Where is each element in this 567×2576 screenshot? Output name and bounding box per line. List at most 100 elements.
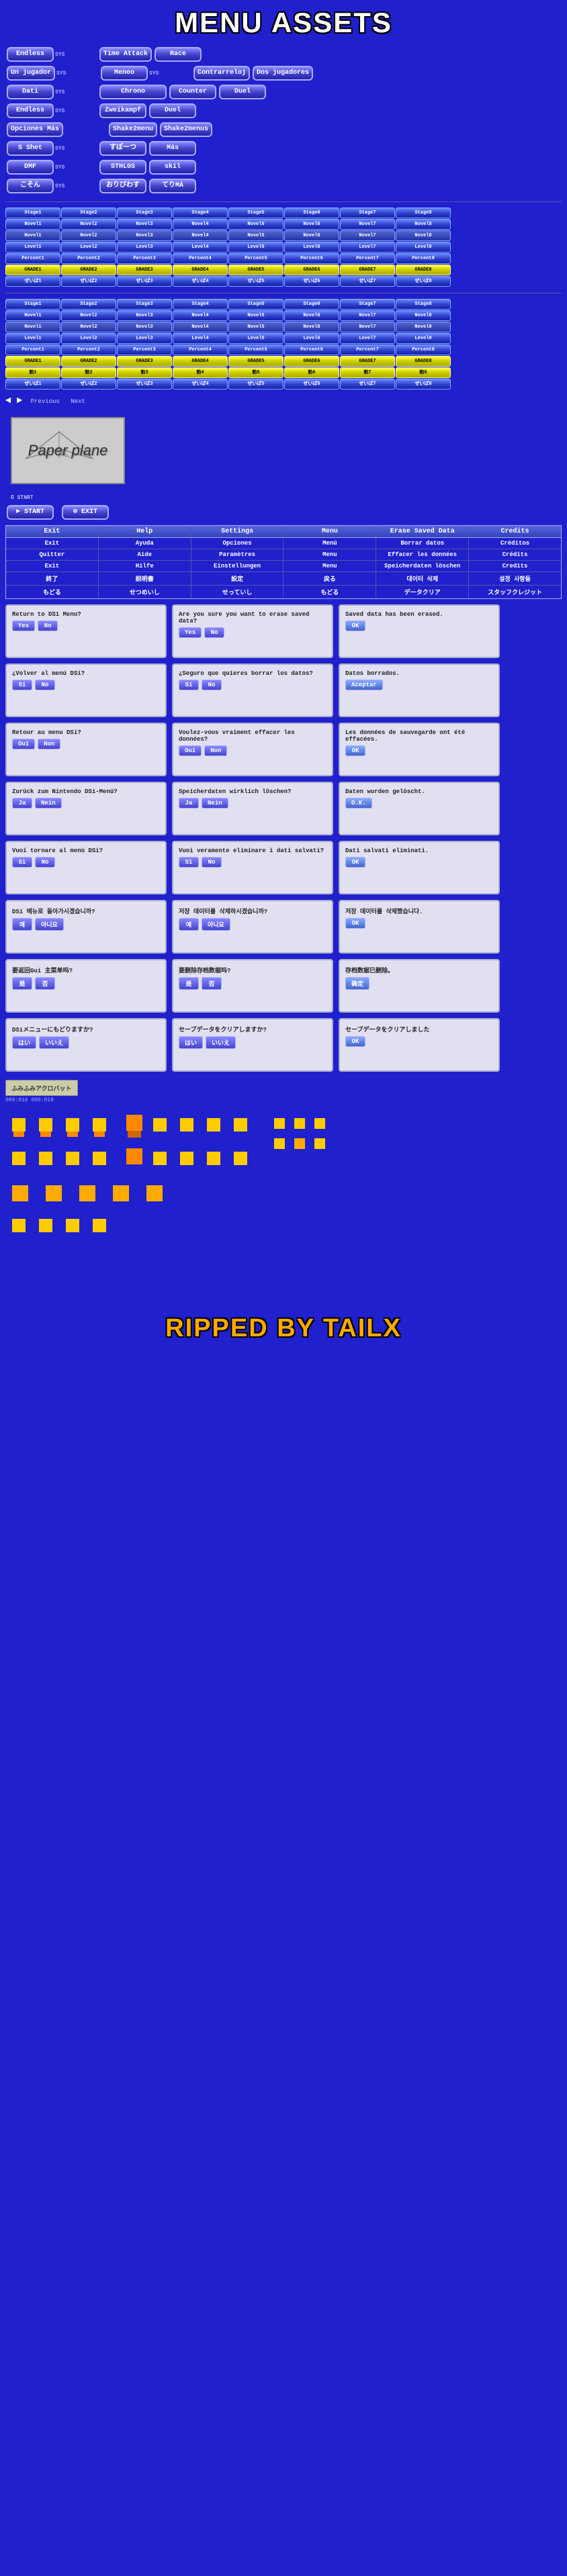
dialog-zh-shi[interactable]: 是 [12,977,32,990]
sprite-btn-novel3-8[interactable]: Novel8 [396,310,451,321]
menu-btn-duel2[interactable]: Duel [149,103,196,118]
sprite-btn-grade1-8[interactable]: GRADE8 [396,265,451,275]
menu-btn-duel[interactable]: Duel [219,85,266,99]
sprite-btn-num-6[interactable]: 勅6 [284,367,339,378]
dialog-zh-erase-fou[interactable]: 否 [202,977,222,990]
dialog-ko-erase-anio[interactable]: 아니요 [202,918,230,931]
start-button[interactable]: ► START [7,505,54,520]
menu-btn-oriba[interactable]: おりびわす [99,179,146,193]
dialog-es-erased-ok[interactable]: Aceptar [345,680,383,690]
sprite-btn-grade2-8[interactable]: GRADE8 [396,356,451,367]
dialog-it-si[interactable]: Sì [12,857,32,868]
sprite-btn-novel1-5[interactable]: Novel5 [228,219,284,230]
dialog-de-nein[interactable]: Nein [35,798,62,809]
sprite-btn-novel3-4[interactable]: Novel4 [173,310,228,321]
sprite-btn-novel3-6[interactable]: Novel6 [284,310,339,321]
sprite-btn-stage2-1[interactable]: Stage1 [5,299,60,310]
sprite-btn-grade1-2[interactable]: GRADE2 [61,265,116,275]
sprite-btn-level2-6[interactable]: Level6 [284,333,339,344]
sprite-btn-pct1-3[interactable]: Percent3 [117,253,172,264]
dialog-en-yes-btn[interactable]: Yes [12,620,35,631]
sprite-btn-grade2-6[interactable]: GRADE6 [284,356,339,367]
sprite-btn-zyappu1-5[interactable]: ぜいぱ5 [228,276,284,287]
dialog-zh-erased-ok[interactable]: 确定 [345,977,369,990]
menu-btn-chrono[interactable]: Chrono [99,85,167,99]
dialog-ja-hai[interactable]: はい [12,1036,36,1049]
menu-btn-sports-jp[interactable]: すぽーつ [99,141,146,156]
sprite-btn-novel3-2[interactable]: Novel2 [61,310,116,321]
sprite-btn-novel3-5[interactable]: Novel5 [228,310,284,321]
dialog-it-erased-ok[interactable]: OK [345,857,365,868]
dialog-it-erase-si[interactable]: Sì [179,857,199,868]
menu-btn-race[interactable]: Race [155,47,202,62]
sprite-btn-pct2-3[interactable]: Percent3 [117,344,172,355]
sprite-btn-level2-8[interactable]: Level8 [396,333,451,344]
menu-btn-dati[interactable]: Dati [7,85,54,99]
sprite-btn-pct1-2[interactable]: Percent2 [61,253,116,264]
dialog-ja-erase-iie[interactable]: いいえ [206,1036,236,1049]
sprite-btn-novel2-7[interactable]: Novel7 [340,230,395,241]
sprite-btn-zyappu2-8[interactable]: ぜいぱ8 [396,379,451,389]
dialog-en-erase-no[interactable]: No [204,627,224,638]
menu-btn-counter[interactable]: Counter [169,85,216,99]
menu-btn-sthlgs[interactable]: STHLGS [99,160,146,175]
sprite-btn-zyappu2-3[interactable]: ぜいぱ3 [117,379,172,389]
sprite-btn-zyappu1-1[interactable]: ぜいぱ1 [5,276,60,287]
sprite-btn-num-2[interactable]: 勅2 [61,367,116,378]
dialog-de-ja[interactable]: Ja [12,798,32,809]
sprite-btn-pct2-8[interactable]: Percent8 [396,344,451,355]
sprite-btn-novel4-4[interactable]: Novel4 [173,322,228,332]
sprite-btn-novel2-2[interactable]: Novel2 [61,230,116,241]
sprite-btn-grade2-7[interactable]: GRADE7 [340,356,395,367]
dialog-es-erase-no[interactable]: No [202,680,222,690]
dialog-de-erased-ok[interactable]: O.K. [345,798,372,809]
sprite-btn-novel1-7[interactable]: Novel7 [340,219,395,230]
sprite-btn-zyappu2-2[interactable]: ぜいぱ2 [61,379,116,389]
menu-btn-zweikampf[interactable]: Zweikampf [99,103,146,118]
sprite-btn-grade1-1[interactable]: GRADE1 [5,265,60,275]
sprite-btn-stage2-2[interactable]: Stage2 [61,299,116,310]
sprite-btn-grade2-1[interactable]: GRADE1 [5,356,60,367]
sprite-btn-level2-1[interactable]: Level1 [5,333,60,344]
sprite-btn-pct2-7[interactable]: Percent7 [340,344,395,355]
sprite-btn-pct2-4[interactable]: Percent4 [173,344,228,355]
sprite-btn-num-8[interactable]: 勅8 [396,367,451,378]
sprite-btn-stage1-1[interactable]: Stage1 [5,208,60,218]
menu-btn-endless[interactable]: Endless [7,47,54,62]
menu-btn-opciones[interactable]: Opciones Más [7,122,63,137]
sprite-btn-grade1-3[interactable]: GRADE3 [117,265,172,275]
sprite-btn-stage1-6[interactable]: Stage6 [284,208,339,218]
sprite-btn-grade2-2[interactable]: GRADE2 [61,356,116,367]
sprite-btn-level1-8[interactable]: Level8 [396,242,451,252]
dialog-ko-ye[interactable]: 예 [12,918,32,931]
dialog-fr-erase-oui[interactable]: Oui [179,745,202,756]
sprite-btn-grade1-4[interactable]: GRADE4 [173,265,228,275]
sprite-btn-zyappu2-1[interactable]: ぜいぱ1 [5,379,60,389]
dialog-de-erase-nein[interactable]: Nein [202,798,228,809]
exit-button[interactable]: ⊗ EXIT [62,505,109,520]
dialog-zh-erase-shi[interactable]: 是 [179,977,199,990]
sprite-btn-novel2-8[interactable]: Novel8 [396,230,451,241]
dialog-it-erase-no[interactable]: No [202,857,222,868]
sprite-btn-zyappu1-6[interactable]: ぜいぱ6 [284,276,339,287]
next-arrow[interactable]: ► [17,396,22,406]
sprite-btn-pct2-2[interactable]: Percent2 [61,344,116,355]
sprite-btn-novel4-8[interactable]: Novel8 [396,322,451,332]
sprite-btn-stage1-7[interactable]: Stage7 [340,208,395,218]
menu-btn-shake2menus[interactable]: Shake2menus [160,122,212,137]
menu-btn-shake2menu[interactable]: Shake2menu [109,122,157,137]
sprite-btn-pct1-4[interactable]: Percent4 [173,253,228,264]
sprite-btn-stage2-6[interactable]: Stage6 [284,299,339,310]
sprite-btn-novel2-1[interactable]: Novel1 [5,230,60,241]
sprite-btn-novel1-1[interactable]: Novel1 [5,219,60,230]
sprite-btn-num-1[interactable]: 勅1 [5,367,60,378]
sprite-btn-stage2-7[interactable]: Stage7 [340,299,395,310]
sprite-btn-level2-7[interactable]: Level7 [340,333,395,344]
dialog-zh-fou[interactable]: 否 [35,977,55,990]
sprite-btn-level1-3[interactable]: Level3 [117,242,172,252]
sprite-btn-stage2-3[interactable]: Stage3 [117,299,172,310]
sprite-btn-level2-3[interactable]: Level3 [117,333,172,344]
sprite-btn-stage1-2[interactable]: Stage2 [61,208,116,218]
dialog-es-erase-yes[interactable]: Sí [179,680,199,690]
sprite-btn-num-5[interactable]: 勅5 [228,367,284,378]
